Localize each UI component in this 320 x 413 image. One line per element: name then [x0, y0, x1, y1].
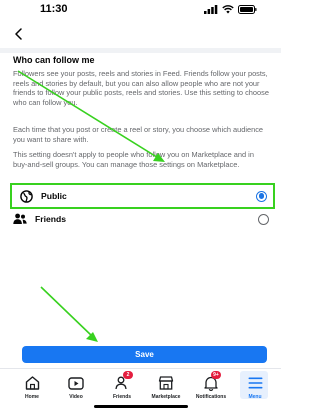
- battery-icon: [238, 5, 257, 14]
- tab-menu-label: Menu: [248, 394, 262, 400]
- signal-icon: [204, 5, 218, 14]
- tab-friends[interactable]: 2 Friends: [100, 371, 144, 400]
- chevron-left-icon: [14, 28, 22, 40]
- radio-friends[interactable]: [258, 213, 269, 225]
- bell-icon: 9+: [203, 371, 221, 391]
- marketplace-paragraph: This setting doesn't apply to people who…: [13, 150, 254, 169]
- tab-notifications[interactable]: 9+ Notifications: [189, 371, 233, 400]
- friends-icon: 2: [114, 371, 133, 391]
- notifications-badge: 9+: [211, 371, 221, 379]
- status-time: 11:30: [40, 3, 68, 15]
- tab-video[interactable]: Video: [54, 375, 98, 400]
- back-button[interactable]: [9, 25, 27, 43]
- status-bar: 11:30: [0, 0, 281, 22]
- home-indicator: [94, 405, 188, 408]
- option-public-label: Public: [41, 191, 67, 201]
- tab-menu[interactable]: Menu: [233, 375, 277, 400]
- option-friends[interactable]: Friends: [13, 208, 275, 230]
- option-public[interactable]: Public: [10, 183, 275, 209]
- option-friends-label: Friends: [35, 214, 67, 224]
- home-icon: [24, 375, 40, 391]
- tab-home[interactable]: Home: [10, 375, 54, 400]
- marketplace-icon: [158, 375, 174, 391]
- page-title: Who can follow me: [13, 55, 95, 65]
- tab-home-label: Home: [25, 394, 39, 400]
- annotation-arrow-bottom: [40, 286, 98, 342]
- tab-video-label: Video: [69, 394, 83, 400]
- globe-icon: [19, 189, 33, 203]
- menu-icon: [247, 375, 263, 391]
- audience-paragraph: Each time that you post or create a reel…: [13, 125, 264, 144]
- tab-marketplace-label: Marketplace: [151, 394, 181, 400]
- friends-badge: 2: [123, 371, 133, 379]
- video-icon: [68, 375, 84, 391]
- wifi-icon: [222, 5, 234, 14]
- friends-icon: [13, 212, 27, 226]
- radio-public[interactable]: [256, 190, 267, 202]
- tab-marketplace[interactable]: Marketplace: [144, 375, 188, 400]
- save-button[interactable]: Save: [22, 346, 267, 363]
- section-divider: [0, 48, 281, 53]
- tab-notifications-label: Notifications: [195, 394, 227, 400]
- description-paragraph: Followers see your posts, reels and stor…: [13, 69, 269, 107]
- tab-friends-label: Friends: [112, 394, 132, 400]
- status-icons: [204, 5, 257, 14]
